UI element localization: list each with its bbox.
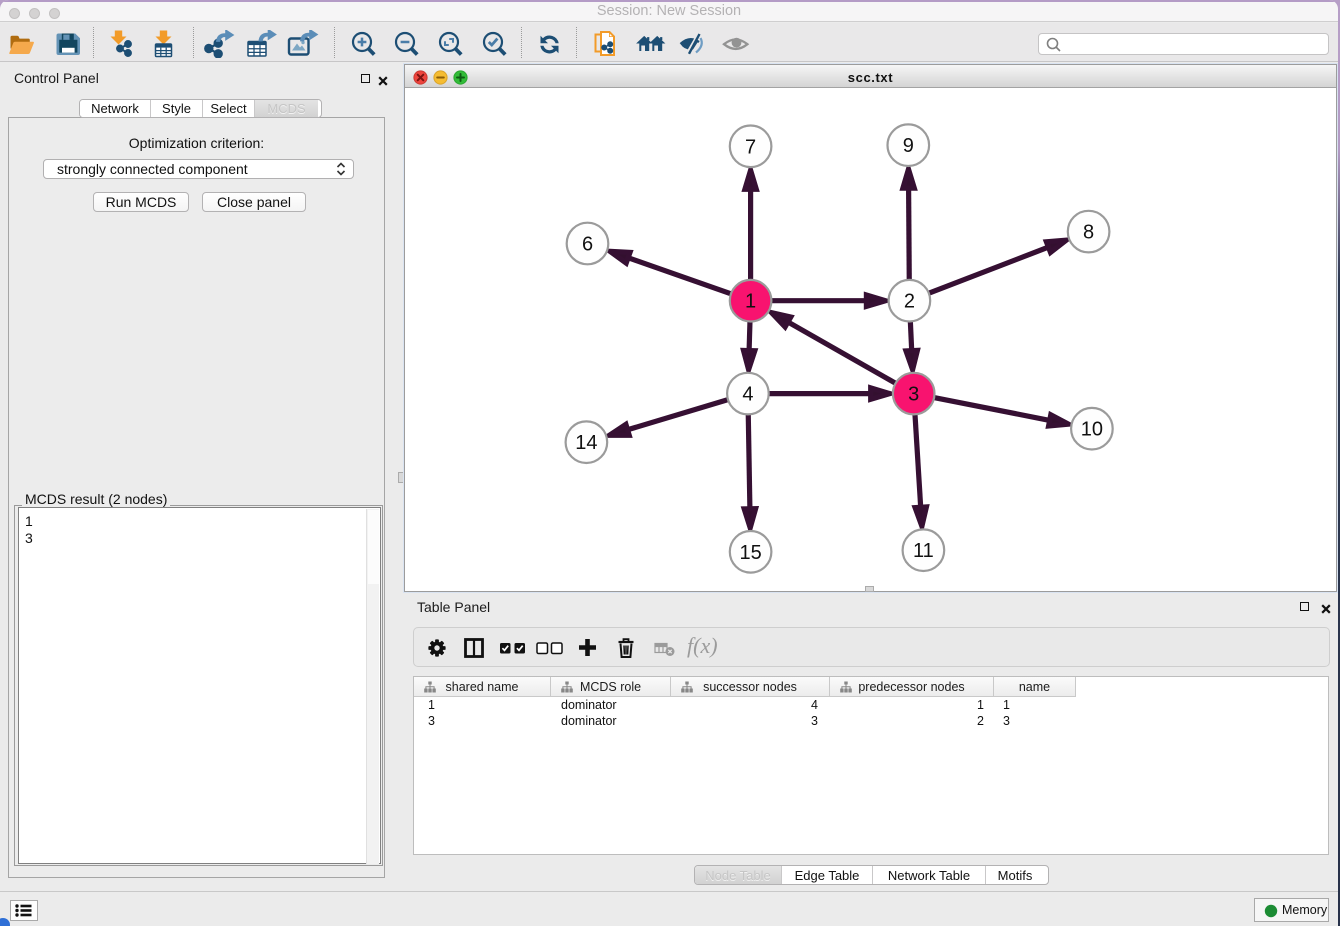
svg-text:11: 11	[913, 540, 934, 562]
svg-text:2: 2	[904, 291, 915, 313]
svg-text:9: 9	[903, 135, 914, 157]
svg-text:8: 8	[1083, 222, 1094, 244]
svg-text:10: 10	[1081, 419, 1103, 441]
svg-text:3: 3	[908, 384, 919, 406]
svg-text:1: 1	[745, 291, 756, 313]
svg-text:14: 14	[575, 432, 597, 454]
svg-text:4: 4	[742, 384, 753, 406]
svg-text:7: 7	[745, 136, 756, 158]
svg-text:15: 15	[739, 542, 761, 564]
svg-text:6: 6	[582, 234, 593, 256]
